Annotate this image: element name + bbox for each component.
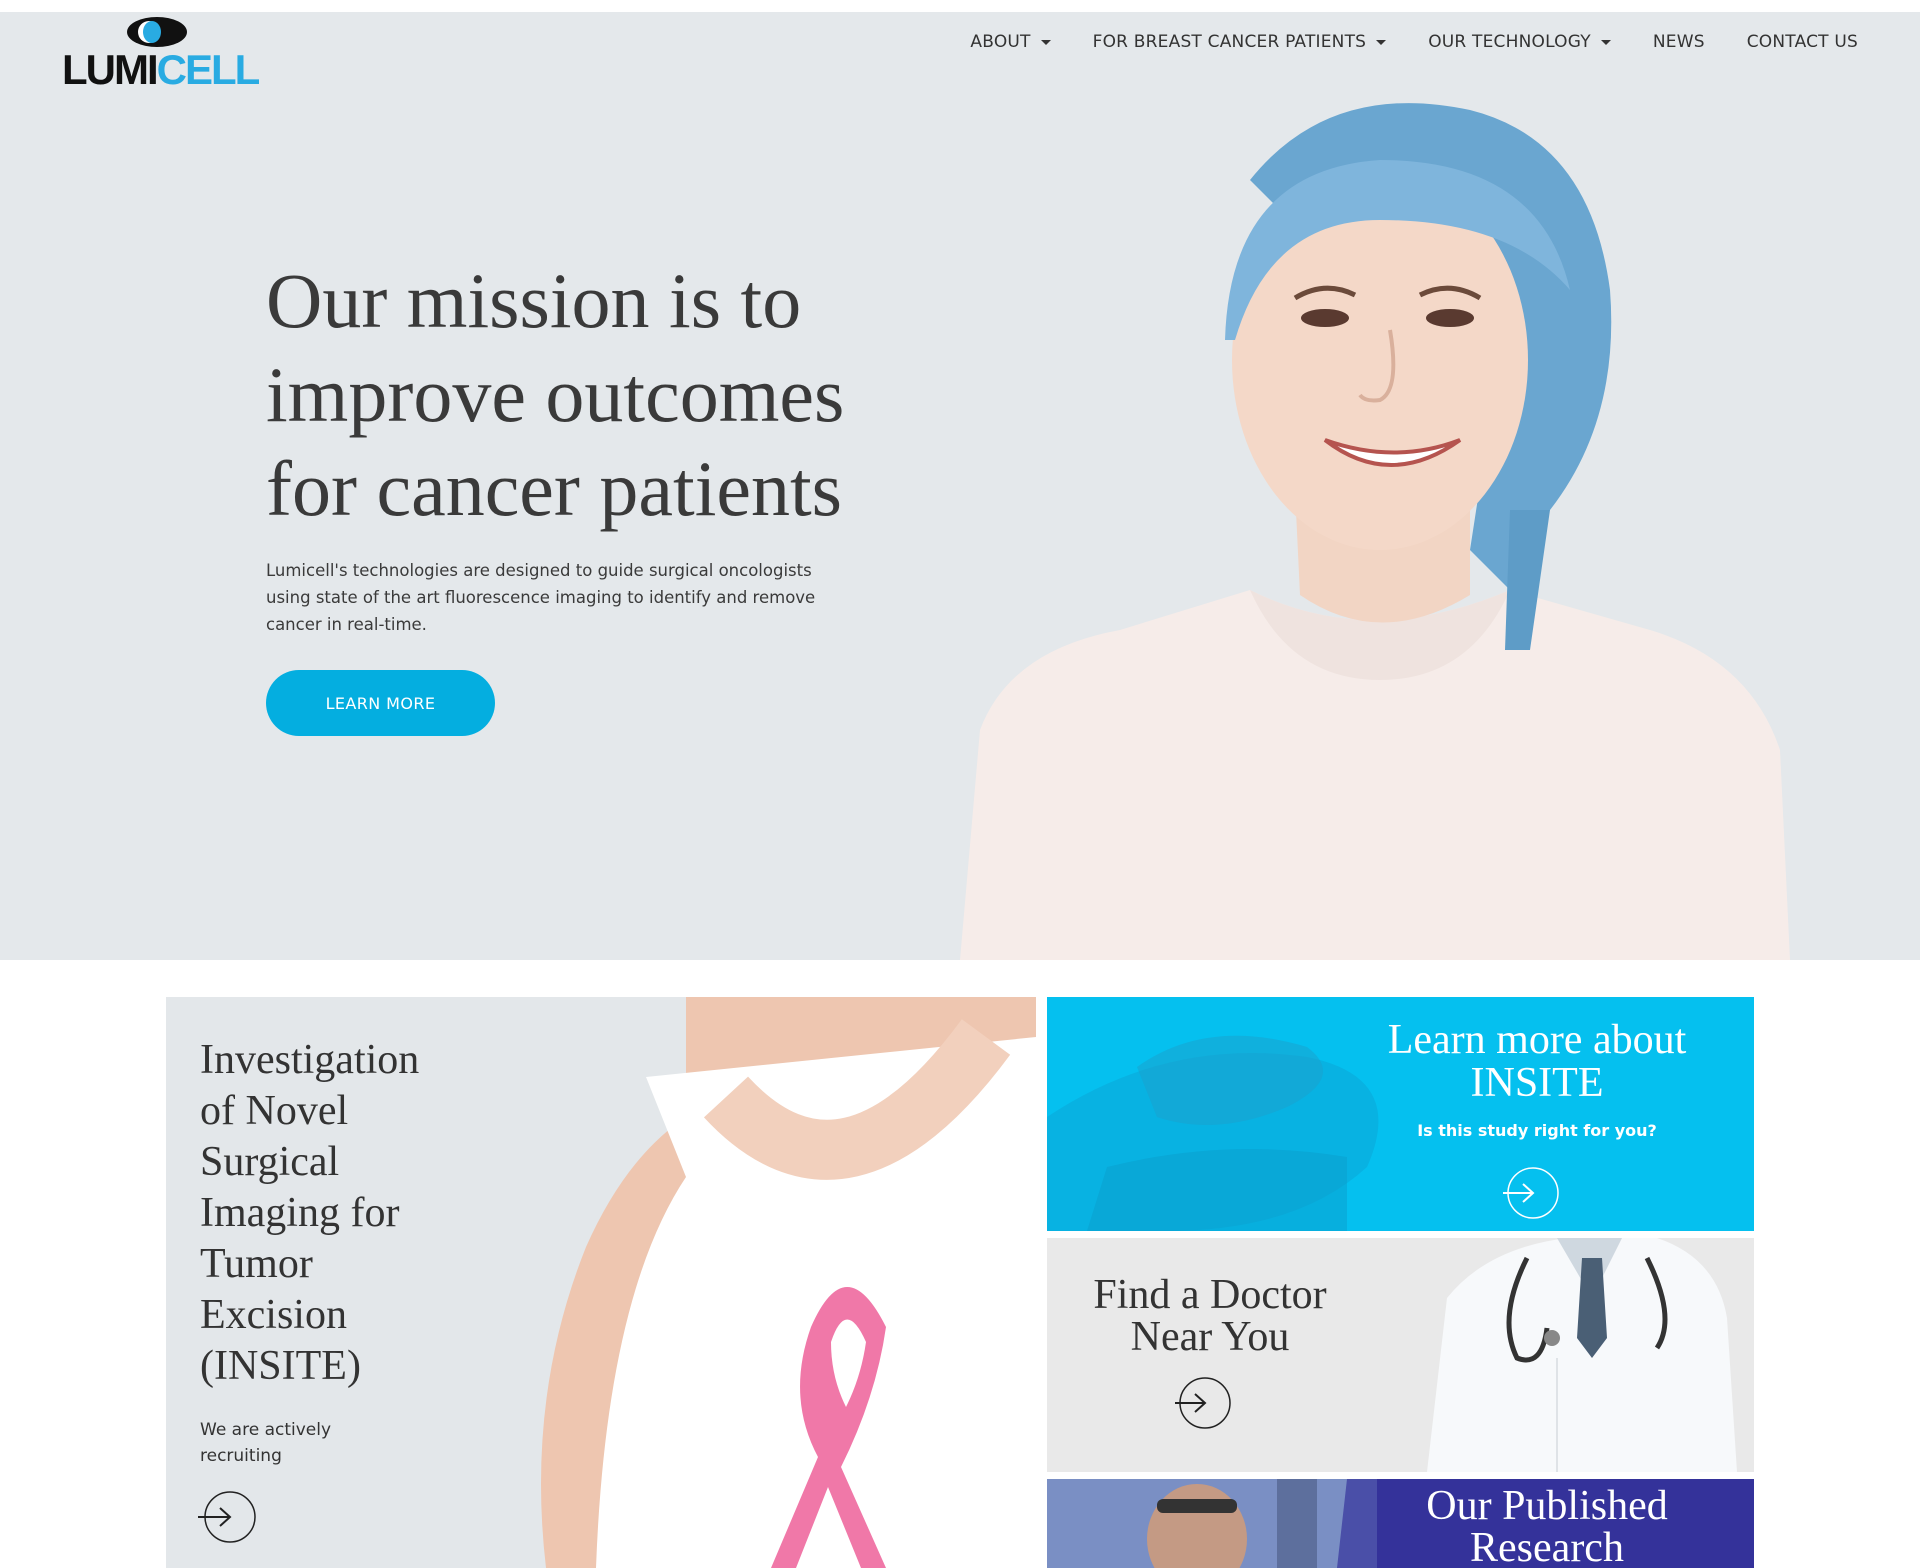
hero-description-line: cancer in real-time. <box>266 615 427 634</box>
arrow-right-circle-icon[interactable] <box>1171 1375 1233 1431</box>
insite-title-line: Learn more about <box>1387 1017 1687 1063</box>
insite-title-line: INSITE <box>1470 1060 1604 1106</box>
insite-card-subtitle: Is this study right for you? <box>1417 1121 1657 1140</box>
top-strip <box>0 0 1920 12</box>
caret-down-icon <box>1600 39 1611 45</box>
nav-item-news[interactable]: NEWS <box>1653 32 1705 52</box>
find-doctor-title-line: Find a Doctor <box>1093 1272 1327 1318</box>
find-doctor-card[interactable]: Find a Doctor Near You <box>1047 1238 1754 1472</box>
study-card-subtitle: We are actively recruiting <box>200 1420 332 1466</box>
arrow-right-circle-icon[interactable] <box>196 1489 258 1545</box>
caret-down-icon <box>1040 39 1051 45</box>
nav-item-contact-us[interactable]: CONTACT US <box>1747 32 1858 52</box>
nav-item-label: ABOUT <box>970 32 1031 52</box>
published-research-title: Our Published Research <box>1347 1485 1747 1568</box>
published-research-title-line: Research <box>1470 1525 1624 1568</box>
hero-patient-photo <box>960 103 1790 960</box>
published-research-title-line: Our Published <box>1426 1483 1668 1529</box>
find-doctor-title: Find a Doctor Near You <box>1065 1274 1355 1358</box>
nav-item-breast-cancer-patients[interactable]: FOR BREAST CANCER PATIENTS <box>1093 32 1387 52</box>
hero-title: Our mission is to improve outcomes for c… <box>266 254 906 536</box>
nav-item-label: OUR TECHNOLOGY <box>1428 32 1591 52</box>
study-card-title: Investigation of Novel Surgical Imaging … <box>200 1037 420 1389</box>
main-nav: ABOUT FOR BREAST CANCER PATIENTS OUR TEC… <box>970 32 1858 52</box>
logo-text-lumi: LUMI <box>62 46 159 93</box>
learn-more-button[interactable]: LEARN MORE <box>266 670 495 736</box>
hero-description-line: using state of the art fluorescence imag… <box>266 588 816 607</box>
hero-section: LUMICELL ABOUT FOR BREAST CANCER PATIENT… <box>0 12 1920 960</box>
logo-text-cell: CELL <box>156 46 261 93</box>
ribbon-shoulder-image <box>466 997 1036 1568</box>
hero-title-line: Our mission is to <box>266 257 802 344</box>
nav-item-about[interactable]: ABOUT <box>970 32 1051 52</box>
doctor-image <box>1407 1238 1754 1472</box>
nav-item-label: FOR BREAST CANCER PATIENTS <box>1092 32 1367 52</box>
lumicell-logo[interactable]: LUMICELL <box>62 16 260 96</box>
nav-item-label: CONTACT US <box>1746 32 1858 52</box>
arrow-right-circle-icon[interactable] <box>1499 1165 1561 1221</box>
hero-title-line: for cancer patients <box>266 445 843 532</box>
insite-card[interactable]: Learn more about INSITE Is this study ri… <box>1047 997 1754 1231</box>
find-doctor-title-line: Near You <box>1130 1314 1290 1360</box>
published-research-card[interactable]: Our Published Research <box>1047 1479 1754 1568</box>
nav-item-our-technology[interactable]: OUR TECHNOLOGY <box>1428 32 1611 52</box>
logo-wordmark: LUMICELL <box>62 46 261 94</box>
hero-description-line: Lumicell's technologies are designed to … <box>266 561 812 580</box>
insite-card-title: Learn more about INSITE <box>1347 1019 1727 1105</box>
hero-title-line: improve outcomes <box>266 351 845 438</box>
caret-down-icon <box>1376 39 1387 45</box>
nav-item-label: NEWS <box>1652 32 1705 52</box>
lumicell-logo-icon <box>127 17 187 47</box>
study-card[interactable]: Investigation of Novel Surgical Imaging … <box>166 997 1036 1568</box>
hero-description: Lumicell's technologies are designed to … <box>266 557 866 638</box>
